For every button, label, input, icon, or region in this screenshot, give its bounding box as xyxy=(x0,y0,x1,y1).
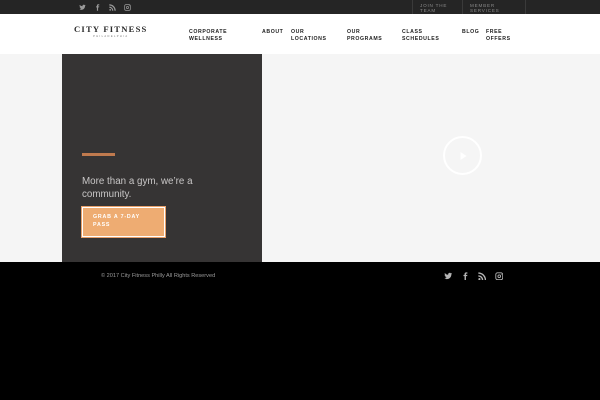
twitter-icon[interactable] xyxy=(77,2,87,12)
play-video-button[interactable] xyxy=(443,136,482,175)
nav-about[interactable]: ABOUT xyxy=(262,29,283,36)
logo-subtitle: PHILADELPHIA xyxy=(93,35,129,38)
nav-our-programs[interactable]: OUR PROGRAMS xyxy=(347,29,382,43)
nav-blog[interactable]: BLOG xyxy=(462,29,479,36)
nav-class-schedules[interactable]: CLASS SCHEDULES xyxy=(402,29,439,43)
nav-our-locations[interactable]: OUR LOCATIONS xyxy=(291,29,327,43)
twitter-icon[interactable] xyxy=(443,271,453,281)
nav-free-offers[interactable]: FREE OFFERS xyxy=(486,29,511,43)
footer-social-links xyxy=(443,271,504,281)
hero-section: More than a gym, we’re a community. GRAB… xyxy=(0,54,600,262)
facebook-icon[interactable] xyxy=(460,271,470,281)
rss-icon[interactable] xyxy=(107,2,117,12)
rss-icon[interactable] xyxy=(477,271,487,281)
join-the-team-link[interactable]: JOIN THE TEAM xyxy=(412,0,462,14)
logo[interactable]: CITY FITNESS PHILADELPHIA xyxy=(74,24,148,38)
copyright-text: © 2017 City Fitness Philly All Rights Re… xyxy=(101,273,216,279)
facebook-icon[interactable] xyxy=(92,2,102,12)
top-bar: JOIN THE TEAM MEMBER SERVICES xyxy=(0,0,600,14)
member-services-link[interactable]: MEMBER SERVICES xyxy=(462,0,526,14)
hero-tagline: More than a gym, we’re a community. xyxy=(82,176,193,200)
accent-divider xyxy=(82,153,115,156)
instagram-icon[interactable] xyxy=(494,271,504,281)
logo-name: CITY FITNESS xyxy=(74,24,148,34)
site-footer: © 2017 City Fitness Philly All Rights Re… xyxy=(0,262,600,400)
nav-corporate-wellness[interactable]: CORPORATE WELLNESS xyxy=(189,29,227,43)
play-icon xyxy=(460,151,466,160)
instagram-icon[interactable] xyxy=(122,2,132,12)
top-utility-links: JOIN THE TEAM MEMBER SERVICES xyxy=(412,0,526,14)
top-social-links xyxy=(77,2,132,12)
hero-card: More than a gym, we’re a community. GRAB… xyxy=(62,54,262,262)
site-header: CITY FITNESS PHILADELPHIA CORPORATE WELL… xyxy=(0,14,600,54)
grab-7-day-pass-button[interactable]: GRAB A 7-DAY PASS xyxy=(82,207,165,237)
